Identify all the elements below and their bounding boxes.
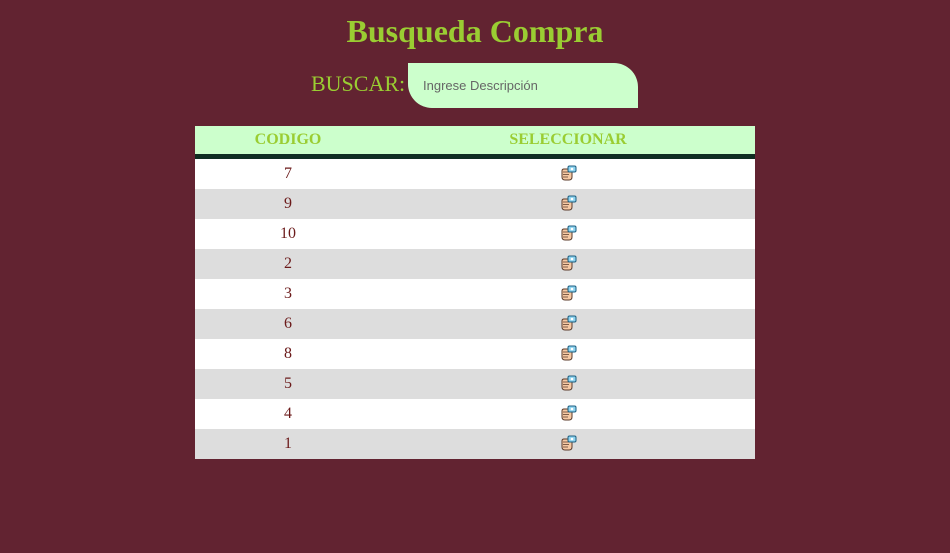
table-row: 10 [195,219,755,249]
table-row: 7 [195,156,755,189]
table-row: 6 [195,309,755,339]
seleccionar-cell [381,219,755,249]
codigo-cell: 5 [195,369,381,399]
search-label: BUSCAR: [311,71,406,96]
seleccionar-cell [381,249,755,279]
seleccionar-cell [381,429,755,459]
codigo-cell: 6 [195,309,381,339]
table-row: 4 [195,399,755,429]
select-hand-icon[interactable] [559,285,577,303]
column-header-seleccionar: SELECCIONAR [381,126,755,159]
select-hand-icon[interactable] [559,225,577,243]
seleccionar-cell [381,279,755,309]
table-row: 9 [195,189,755,219]
select-hand-icon[interactable] [559,195,577,213]
table-row: 2 [195,249,755,279]
table-row: 1 [195,429,755,459]
seleccionar-cell [381,399,755,429]
codigo-cell: 9 [195,189,381,219]
codigo-cell: 2 [195,249,381,279]
seleccionar-cell [381,369,755,399]
select-hand-icon[interactable] [559,315,577,333]
seleccionar-cell [381,156,755,189]
table-row: 8 [195,339,755,369]
codigo-cell: 1 [195,429,381,459]
codigo-cell: 7 [195,156,381,189]
search-input[interactable] [408,63,638,108]
codigo-cell: 10 [195,219,381,249]
select-hand-icon[interactable] [559,165,577,183]
results-table: CODIGO SELECCIONAR 7 9 10 2 3 6 8 5 4 1 [195,126,755,459]
select-hand-icon[interactable] [559,375,577,393]
seleccionar-cell [381,339,755,369]
select-hand-icon[interactable] [559,255,577,273]
select-hand-icon[interactable] [559,435,577,453]
table-row: 3 [195,279,755,309]
codigo-cell: 3 [195,279,381,309]
seleccionar-cell [381,189,755,219]
select-hand-icon[interactable] [559,405,577,423]
column-header-codigo: CODIGO [195,126,381,159]
search-bar: BUSCAR: [0,63,950,108]
table-row: 5 [195,369,755,399]
table-header-row: CODIGO SELECCIONAR [195,126,755,159]
select-hand-icon[interactable] [559,345,577,363]
page-title: Busqueda Compra [346,13,604,49]
table-body: 7 9 10 2 3 6 8 5 4 1 [195,156,755,459]
codigo-cell: 8 [195,339,381,369]
seleccionar-cell [381,309,755,339]
codigo-cell: 4 [195,399,381,429]
